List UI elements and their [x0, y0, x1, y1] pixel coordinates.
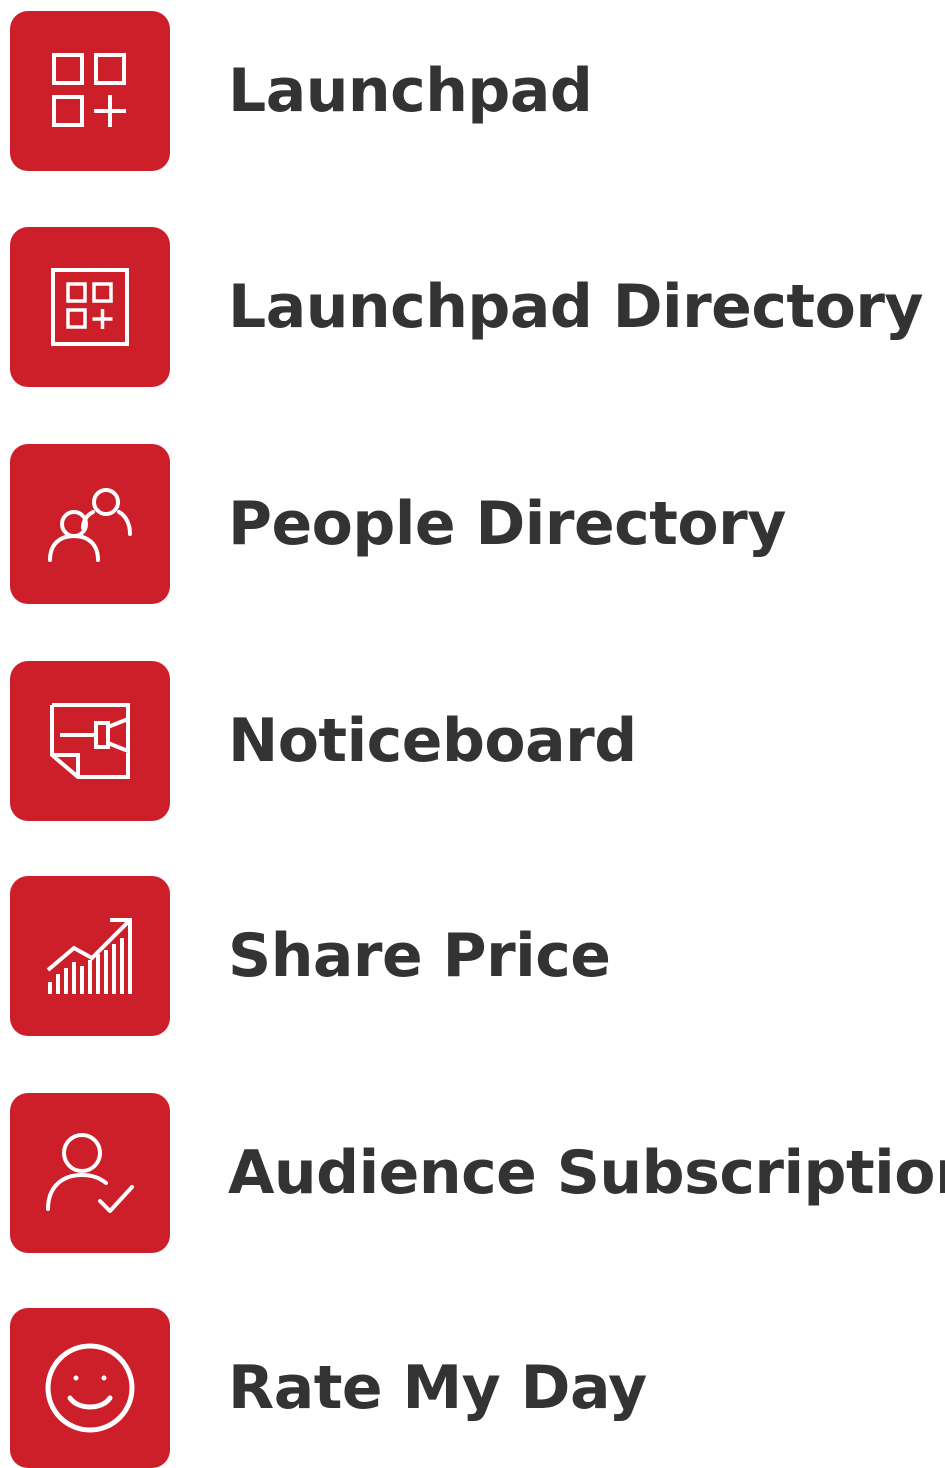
people-group-icon — [48, 488, 132, 562]
app-label: People Directory — [228, 489, 786, 559]
noticeboard-pin-icon — [50, 703, 130, 779]
app-tile — [10, 1093, 170, 1253]
rising-chart-icon — [46, 918, 132, 994]
app-label: Rate My Day — [228, 1353, 647, 1423]
app-label: Share Price — [228, 921, 611, 991]
app-item-launchpad[interactable]: Launchpad — [10, 11, 940, 171]
app-tile — [10, 876, 170, 1036]
app-label: Noticeboard — [228, 706, 637, 776]
app-item-rate-my-day[interactable]: Rate My Day — [10, 1308, 940, 1468]
app-tile — [10, 661, 170, 821]
smiley-face-icon — [45, 1343, 135, 1433]
app-label: Audience Subscription — [228, 1138, 945, 1208]
person-check-icon — [46, 1133, 134, 1213]
app-item-share-price[interactable]: Share Price — [10, 876, 940, 1036]
app-label: Launchpad Directory — [228, 272, 924, 342]
app-item-audience-subscription[interactable]: Audience Subscription — [10, 1093, 945, 1253]
app-label: Launchpad — [228, 56, 593, 126]
app-tile — [10, 227, 170, 387]
app-list: Launchpad Launchpad Directory People Dir… — [0, 0, 945, 1468]
launchpad-directory-icon — [51, 268, 129, 346]
app-tile — [10, 444, 170, 604]
app-tile — [10, 1308, 170, 1468]
app-tile — [10, 11, 170, 171]
app-item-people-directory[interactable]: People Directory — [10, 444, 940, 604]
app-item-launchpad-directory[interactable]: Launchpad Directory — [10, 227, 940, 387]
app-item-noticeboard[interactable]: Noticeboard — [10, 661, 940, 821]
launchpad-grid-plus-icon — [52, 53, 126, 127]
